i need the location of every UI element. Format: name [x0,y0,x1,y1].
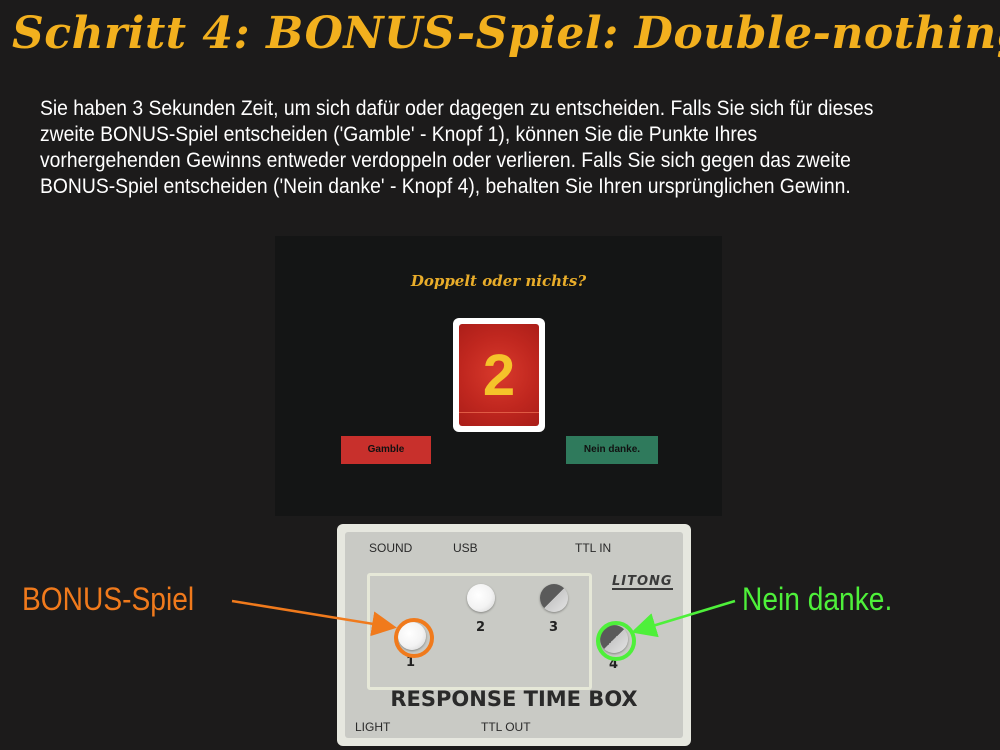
orange-arrow [231,599,397,637]
nein-danke-callout: Nein danke. [742,581,893,617]
bonus-spiel-callout: BONUS-Spiel [22,581,195,617]
green-arrow [631,599,736,638]
callout-arrows [231,599,736,638]
